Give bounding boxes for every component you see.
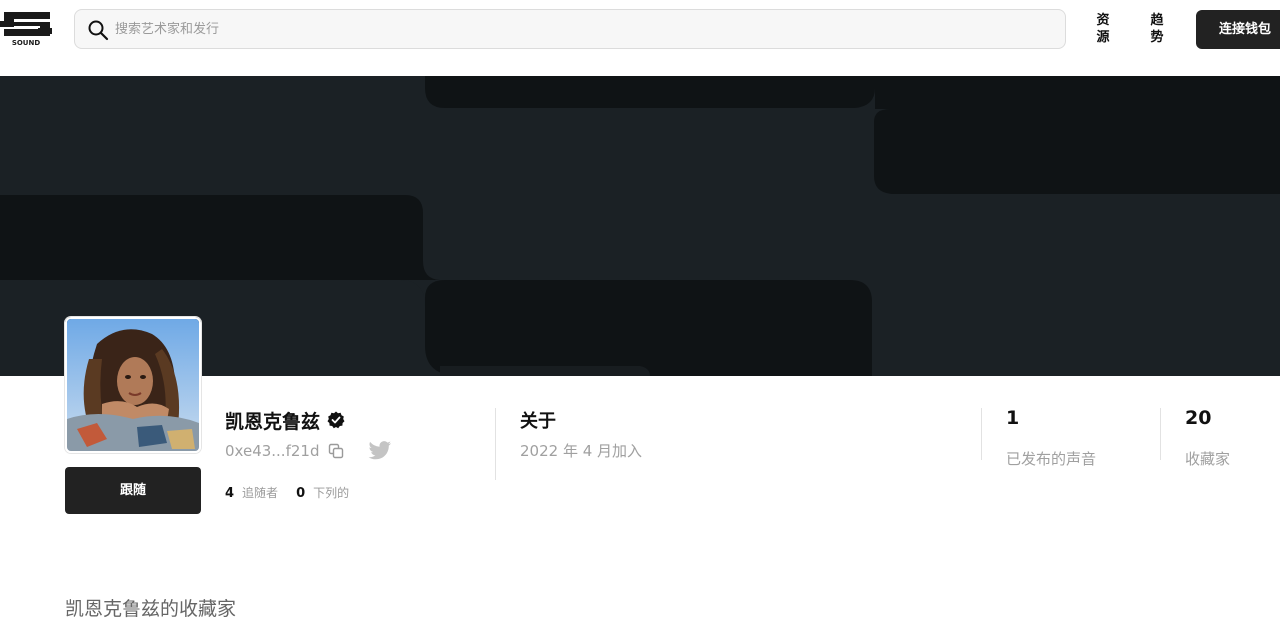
copy-icon[interactable] [328, 443, 344, 459]
sound-logo[interactable]: SOUND [0, 12, 52, 48]
search-input[interactable] [115, 10, 1055, 48]
collectors-section-title: 凯恩克鲁兹的收藏家 [65, 598, 237, 620]
divider [981, 408, 982, 460]
search-icon [88, 20, 109, 41]
verified-icon [327, 411, 345, 429]
twitter-icon[interactable] [368, 441, 392, 461]
published-count: 1 [1006, 407, 1020, 429]
divider [1160, 408, 1161, 460]
search-bar[interactable] [74, 9, 1066, 49]
followers-label[interactable]: 追随者 [242, 484, 278, 501]
nav-resources[interactable]: 资源 [1095, 12, 1111, 46]
follow-button[interactable]: 跟随 [65, 467, 201, 514]
followers-count[interactable]: 4 [225, 486, 234, 501]
divider [495, 408, 496, 480]
top-header: SOUND 资源 趋势 连接钱包 [0, 0, 1280, 76]
following-count[interactable]: 0 [296, 486, 305, 501]
wallet-address: 0xe43...f21d [225, 442, 320, 460]
nav-trends[interactable]: 趋势 [1149, 12, 1165, 46]
joined-date: 2022 年 4 月加入 [520, 442, 643, 460]
artist-avatar [65, 317, 201, 453]
about-title: 关于 [520, 411, 556, 432]
collectors-count: 20 [1185, 407, 1212, 429]
following-label[interactable]: 下列的 [313, 484, 349, 501]
follow-stats: 4 追随者 0 下列的 [225, 484, 367, 501]
artist-name: 凯恩克鲁兹 [225, 410, 321, 433]
connect-wallet-button[interactable]: 连接钱包 [1196, 10, 1280, 49]
collectors-label: 收藏家 [1185, 450, 1231, 468]
logo-text: SOUND [12, 39, 41, 47]
published-label: 已发布的声音 [1006, 450, 1097, 468]
artist-name-row: 凯恩克鲁兹 [225, 407, 345, 433]
wallet-address-row: 0xe43...f21d [225, 440, 392, 462]
